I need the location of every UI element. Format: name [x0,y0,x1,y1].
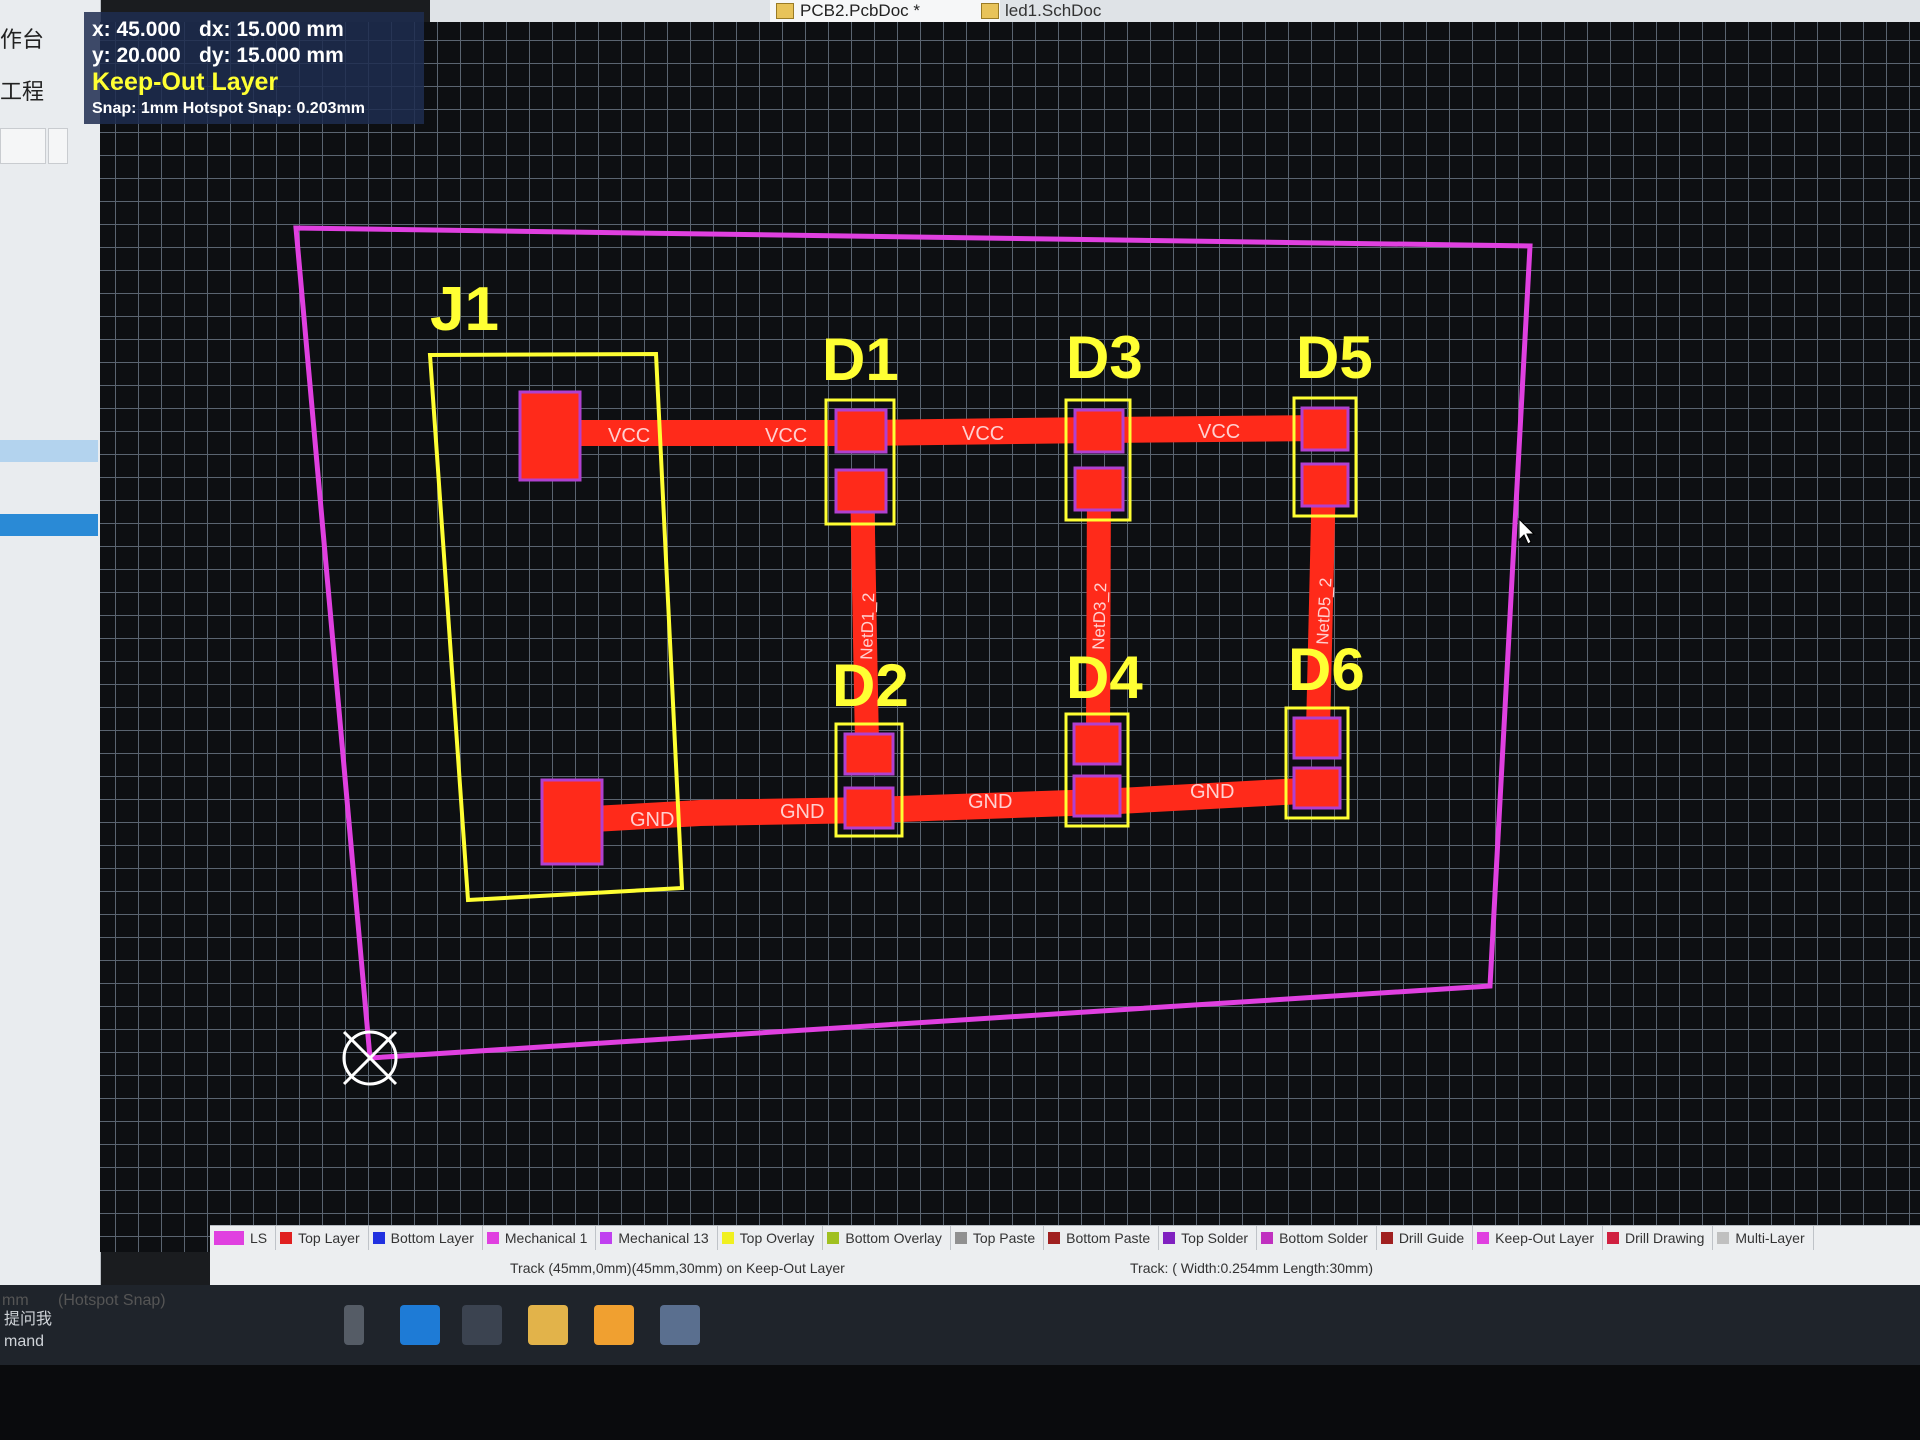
j1-pad-gnd [540,778,604,866]
designator-d4: D4 [1066,644,1143,711]
designator-d6: D6 [1288,636,1365,703]
layer-tab-label: Drill Guide [1398,1230,1465,1246]
status-track-width: Track: ( Width:0.254mm Length:30mm) [1130,1260,1374,1276]
layer-tabs: LS Top Layer Bottom Layer Mechanical 1 Mecha… [210,1226,1814,1252]
layer-swatch [280,1232,293,1244]
d1-footprint [824,398,896,526]
hud-x: x: 45.000 [92,18,181,41]
file-explorer-icon[interactable] [528,1305,568,1345]
layer-tab-top-paste[interactable]: Top Paste [951,1226,1045,1250]
edge-browser-icon[interactable] [400,1305,440,1345]
layer-swatch [1607,1232,1620,1244]
layer-swatch [1261,1232,1274,1244]
monitor-bezel [0,1365,1920,1440]
layer-tab-bottom-solder[interactable]: Bottom Solder [1257,1226,1377,1250]
d4-footprint [1064,712,1130,828]
status-unit: mm [2,1292,29,1309]
net-label-gnd-3: GND [968,791,1012,813]
layer-statusbar: LS Top Layer Bottom Layer Mechanical 1 Mecha… [210,1225,1920,1286]
designator-d3: D3 [1066,324,1143,391]
designator-j1: J1 [430,275,499,344]
layer-tab-multi-layer[interactable]: Multi-Layer [1713,1226,1814,1250]
designator-d5: D5 [1296,324,1373,391]
net-label-vcc-2: VCC [765,425,807,447]
layer-tab-mechanical-13[interactable]: Mechanical 13 [596,1226,718,1250]
status-track-info: Track (45mm,0mm)(45mm,30mm) on Keep-Out … [510,1260,845,1276]
layer-tab-label: Bottom Overlay [845,1230,942,1246]
d3-footprint [1064,398,1132,522]
d2-footprint [834,722,904,838]
layer-tab-top-overlay[interactable]: Top Overlay [718,1226,824,1250]
layer-tab-drill-guide[interactable]: Drill Guide [1377,1226,1474,1250]
layer-tab-ls[interactable]: LS [210,1226,277,1250]
photo-app-icon[interactable] [594,1305,634,1345]
altium-designer-icon[interactable] [660,1305,700,1345]
mouse-cursor-icon [1518,518,1536,545]
taskbar: mand 提问我 [0,1285,1920,1365]
layer-tab-bottom-paste[interactable]: Bottom Paste [1044,1226,1160,1250]
hud-layer: Keep-Out Layer [92,68,279,96]
layer-tab-bottom-overlay[interactable]: Bottom Overlay [823,1226,951,1250]
layer-swatch [486,1232,499,1244]
net-label-gnd-1: GND [630,809,674,831]
layer-swatch [372,1232,385,1244]
hud-dy: dy: 15.000 mm [199,44,344,67]
d5-footprint [1292,396,1358,518]
d6-footprint [1284,706,1350,820]
ls-label: LS [250,1230,268,1246]
layer-tab-label: Top Paste [972,1230,1036,1246]
layer-swatch [1048,1232,1061,1244]
ls-swatch [214,1231,244,1245]
layer-swatch [1163,1232,1176,1244]
layer-swatch [1717,1232,1730,1244]
layer-tab-label: Top Layer [298,1230,360,1246]
status-hotspot-snap: (Hotspot Snap) [58,1292,166,1309]
layer-tab-top-layer[interactable]: Top Layer [276,1226,369,1250]
pcb-board[interactable]: J1 D1 D3 D5 D2 D4 D6 VCC VCC VCC VCC GND… [0,0,1920,1440]
layer-tab-label: Bottom Paste [1066,1230,1151,1246]
command-label: mand [4,1333,45,1350]
designator-d2: D2 [832,652,909,719]
layer-tab-label: Bottom Layer [390,1230,474,1246]
net-label-netd5: NetD5_2 [1313,577,1335,645]
layer-tab-top-solder[interactable]: Top Solder [1159,1226,1258,1250]
hud-snap: Snap: 1mm Hotspot Snap: 0.203mm [92,100,365,117]
layer-swatch [1477,1232,1490,1244]
layer-tab-label: Drill Drawing [1625,1230,1705,1246]
net-label-vcc-4: VCC [1198,421,1240,443]
layer-tab-keep-out[interactable]: Keep-Out Layer [1473,1226,1604,1250]
net-label-gnd-4: GND [1190,781,1234,803]
layer-tab-label: Mechanical 1 [504,1230,588,1246]
layer-tab-label: Bottom Solder [1279,1230,1368,1246]
layer-swatch [600,1232,613,1244]
layer-swatch [721,1232,734,1244]
layer-tab-bottom-layer[interactable]: Bottom Layer [369,1226,483,1250]
layer-swatch [1380,1232,1393,1244]
layer-tab-label: Top Overlay [739,1230,815,1246]
net-label-netd1: NetD1_2 [857,592,878,660]
app-icon[interactable] [462,1305,502,1345]
designator-d1: D1 [822,326,899,393]
microphone-icon[interactable] [344,1305,364,1345]
layer-swatch [827,1232,840,1244]
layer-tab-drill-drawing[interactable]: Drill Drawing [1603,1226,1714,1250]
layer-tab-label: Top Solder [1181,1230,1249,1246]
coordinate-hud: x: 45.000 dx: 15.000 mm y: 20.000 dy: 15… [84,12,424,124]
net-label-gnd-2: GND [780,801,824,823]
net-label-vcc-1: VCC [608,425,650,447]
j1-pad-vcc [518,390,582,482]
layer-tab-label: Multi-Layer [1735,1230,1805,1246]
layer-tab-label: Mechanical 13 [618,1230,709,1246]
hud-dx: dx: 15.000 mm [199,18,344,41]
hud-y: y: 20.000 [92,44,181,67]
layer-tab-mechanical-1[interactable]: Mechanical 1 [483,1226,597,1250]
layer-tab-label: Keep-Out Layer [1495,1230,1595,1246]
net-label-vcc-3: VCC [962,423,1004,445]
layer-swatch [954,1232,967,1244]
net-label-netd3: NetD3_2 [1089,582,1110,650]
